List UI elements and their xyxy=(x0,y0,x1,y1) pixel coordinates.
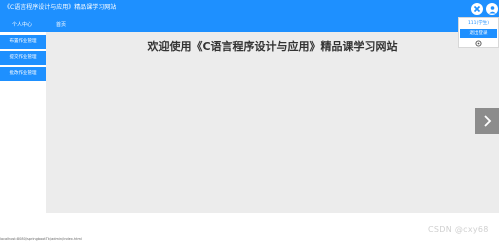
welcome-heading: 欢迎使用《C语言程序设计与应用》精品课学习网站 xyxy=(147,40,398,53)
top-header: 《C语言程序设计与应用》精品课学习网站 xyxy=(0,0,499,18)
menu-extra-item[interactable] xyxy=(473,39,483,47)
user-avatar-button[interactable] xyxy=(486,3,498,15)
watermark-text: CSDN @cxy68 xyxy=(428,225,489,234)
top-navbar: 个人中心 首页 xyxy=(0,18,499,32)
sidebar: 布置作业管理 提交作业管理 批改作业管理 xyxy=(0,32,46,213)
user-dropdown-menu: 111(学生) 退出登录 xyxy=(458,17,499,48)
close-button[interactable] xyxy=(471,3,483,15)
user-avatar-icon xyxy=(488,5,496,13)
settings-icon xyxy=(474,39,482,47)
app-title: 《C语言程序设计与应用》精品课学习网站 xyxy=(4,4,117,11)
sidebar-item-submit-homework[interactable]: 提交作业管理 xyxy=(0,51,46,65)
nav-home[interactable]: 首页 xyxy=(56,18,66,32)
browser-status-url: localhost:8080/springbootTk/admin/index.… xyxy=(0,237,82,241)
app-window: 《C语言程序设计与应用》精品课学习网站 个人中心 首页 布置作业管理 提交作业管… xyxy=(0,0,499,243)
logout-button[interactable]: 退出登录 xyxy=(460,29,497,38)
chevron-right-icon xyxy=(484,115,492,127)
sidebar-item-grade-homework[interactable]: 批改作业管理 xyxy=(0,67,46,81)
username-label: 111(学生) xyxy=(467,21,490,26)
close-icon xyxy=(473,5,481,13)
nav-personal-center[interactable]: 个人中心 xyxy=(11,18,33,32)
sidebar-item-assign-homework[interactable]: 布置作业管理 xyxy=(0,35,46,49)
carousel-next-button[interactable] xyxy=(475,108,499,134)
main-content: 欢迎使用《C语言程序设计与应用》精品课学习网站 xyxy=(46,32,499,213)
